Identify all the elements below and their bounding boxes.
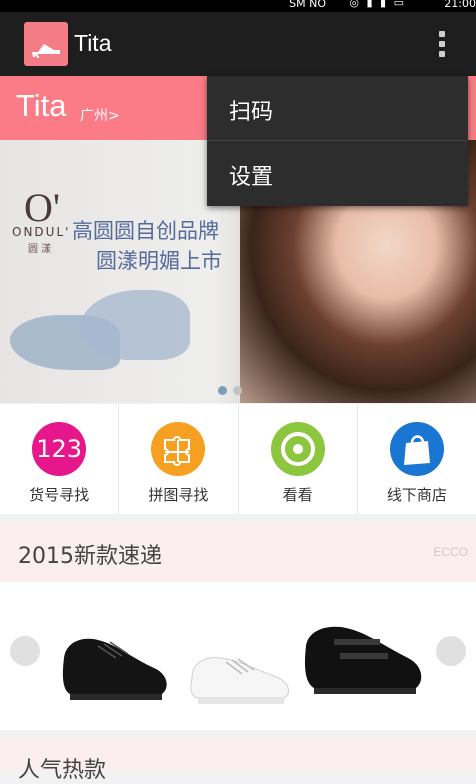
new-arrivals-section: 2015新款速递 ECCO [0,522,476,730]
status-time: 21:00 [444,0,476,10]
ondul-logo-text: ONDUL' [12,225,71,239]
banner-shoe-right [80,290,190,360]
menu-item-label: 设置 [229,165,274,190]
status-text: SM NO [289,0,326,10]
eye-target-icon [270,422,325,476]
pager-dot-active [218,386,227,395]
carousel-next-button[interactable] [436,636,466,666]
product-shoe-black-lace[interactable] [58,618,174,708]
status-bar: SM NO ◎ ▮ ▮ ▭ 21:00 [0,0,476,12]
banner-pager [218,386,242,395]
pager-dot [233,386,242,395]
banner-headline: 高圆圆自创品牌 [72,219,219,243]
product-shoe-white-lace[interactable] [186,632,296,710]
popular-section: 人气热款 [0,738,476,783]
more-vert-icon[interactable] [428,26,456,62]
overflow-menu: 扫码 设置 [207,76,468,206]
section-brand: ECCO [433,545,468,559]
quick-nav-item-number[interactable]: 123 货号寻找 [0,404,120,514]
quick-nav-item-puzzle[interactable]: 拼图寻找 [119,404,239,514]
quick-nav: 123 货号寻找 拼图寻找 看看 线下商店 [0,404,476,514]
section-title: 2015新款速递 [18,544,162,569]
quick-nav-label: 线下商店 [386,486,447,504]
quick-nav-label: 货号寻找 [29,486,90,504]
shopping-bag-icon [389,422,444,476]
quick-nav-label: 看看 [282,486,313,504]
menu-item-scan[interactable]: 扫码 [207,76,468,140]
brand-name: Tita [16,88,67,123]
puzzle-icon [151,422,206,476]
status-icons: ◎ ▮ ▮ ▭ [349,0,406,9]
section-title: 人气热款 [18,758,107,783]
carousel-prev-button[interactable] [10,636,40,666]
product-shoe-black-strap[interactable] [300,612,430,702]
menu-item-label: 扫码 [229,100,274,125]
banner-subline: 圆漾明媚上市 [96,249,222,273]
quick-nav-label: 拼图寻找 [148,486,209,504]
ondul-logo-mark: O' [24,185,61,230]
menu-item-settings[interactable]: 设置 [207,141,468,205]
product-carousel[interactable] [0,582,476,730]
ondul-logo-sub: 圆 漾 [28,244,52,255]
number-123-icon: 123 [32,422,87,476]
high-heel-icon[interactable] [24,22,68,66]
quick-nav-item-store[interactable]: 线下商店 [358,404,476,514]
quick-nav-item-look[interactable]: 看看 [239,404,358,514]
app-title: Tita [74,30,112,56]
action-bar: Tita [0,12,476,76]
section-header[interactable]: 2015新款速递 ECCO [0,522,476,582]
city-selector[interactable]: 广州> [80,105,120,125]
